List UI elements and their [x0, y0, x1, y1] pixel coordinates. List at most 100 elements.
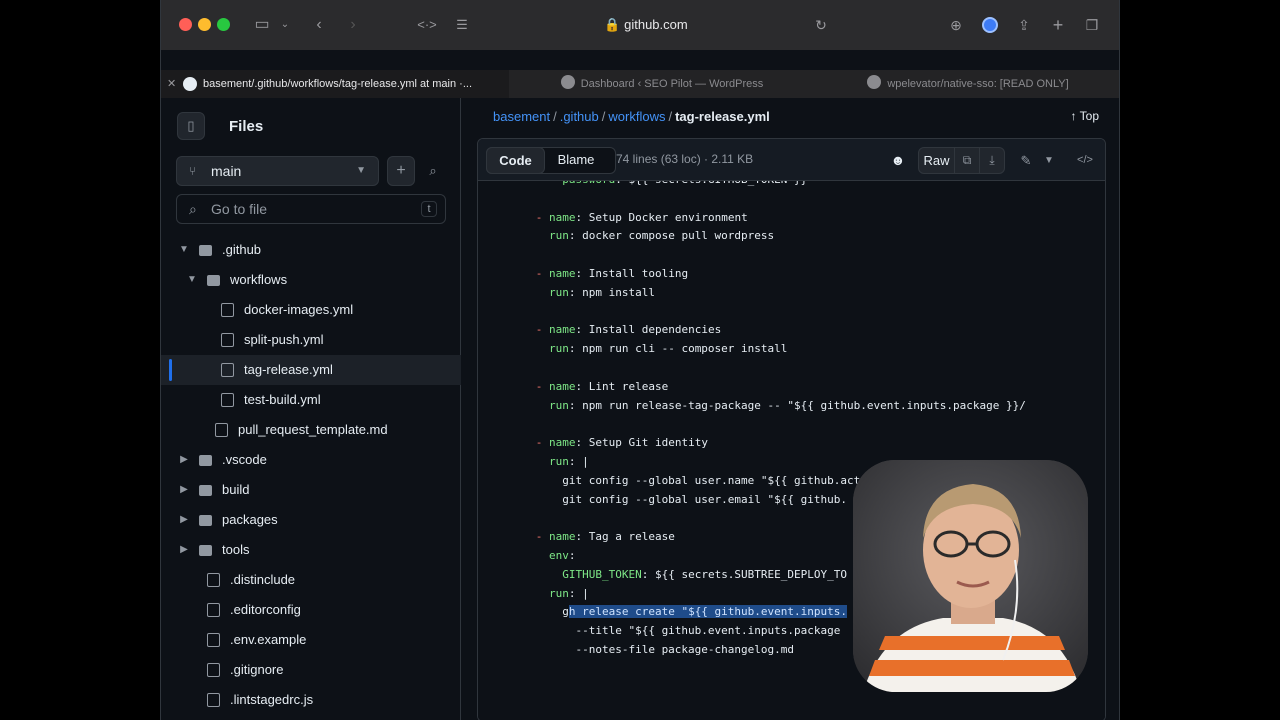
forward-button[interactable]: › — [343, 12, 363, 38]
tree-folder[interactable]: ▶ .vscode — [161, 445, 461, 475]
password-manager-icon[interactable] — [979, 12, 1001, 38]
chevron-right-icon[interactable]: ▶ — [177, 535, 191, 565]
breadcrumb-current-file: tag-release.yml — [675, 109, 770, 124]
top-label: Top — [1079, 109, 1099, 123]
reload-icon[interactable]: ↻ — [811, 12, 831, 38]
address-bar[interactable]: 🔒 github.com — [461, 12, 831, 38]
tree-file[interactable]: .lintstagedrc.js — [161, 685, 461, 715]
folder-icon — [199, 485, 212, 496]
download-raw-icon[interactable]: ⤓ — [980, 147, 1005, 174]
breadcrumb-workflows[interactable]: workflows — [608, 109, 665, 124]
new-tab-icon[interactable]: + — [1047, 12, 1069, 38]
breadcrumb-basement[interactable]: basement — [493, 109, 550, 124]
symbols-panel-icon[interactable]: </> — [1072, 147, 1098, 174]
code-line: - name: Setup Docker environment — [535, 210, 748, 224]
arrow-up-icon: ↑ — [1070, 109, 1080, 123]
download-icon[interactable]: ⊕ — [945, 12, 967, 38]
search-icon[interactable]: ⌕ — [419, 156, 447, 186]
branch-icon: ⑂ — [189, 164, 197, 178]
tree-item-label: docker-images.yml — [244, 302, 354, 317]
copilot-icon[interactable]: ☻ — [886, 147, 910, 174]
tree-folder[interactable]: ▼ .github — [161, 235, 461, 265]
breadcrumb-github[interactable]: .github — [560, 109, 599, 124]
zoom-window-button[interactable] — [217, 18, 230, 31]
file-icon — [207, 633, 220, 647]
chevron-down-icon[interactable]: ▼ — [185, 265, 199, 295]
tree-file[interactable]: split-push.yml — [161, 325, 461, 355]
tree-file[interactable]: test-build.yml — [161, 385, 461, 415]
folder-icon — [199, 545, 212, 556]
folder-icon — [199, 515, 212, 526]
edit-options-chevron-icon[interactable]: ▼ — [1040, 147, 1058, 174]
tree-file[interactable]: .gitignore — [161, 655, 461, 685]
wordpress-icon — [560, 75, 575, 89]
raw-button[interactable]: Raw — [918, 147, 955, 174]
code-tab[interactable]: Code — [486, 147, 545, 174]
keyboard-shortcut-hint: t — [421, 201, 437, 217]
tree-file[interactable]: .distinclude — [161, 565, 461, 595]
edit-pencil-icon[interactable]: ✎ — [1014, 147, 1038, 174]
tab-title: basement/.github/workflows/tag-release.y… — [203, 78, 473, 90]
url-text: github.com — [624, 17, 688, 32]
tree-item-label: .env.example — [230, 632, 307, 647]
code-line: - name: Install tooling — [535, 267, 689, 280]
chevron-right-icon[interactable]: ▶ — [177, 475, 191, 505]
branch-name: main — [211, 163, 242, 179]
close-window-button[interactable] — [179, 18, 192, 31]
tree-folder[interactable]: ▼ workflows — [161, 265, 461, 295]
chevron-down-icon: ▼ — [356, 165, 366, 176]
file-icon — [215, 423, 228, 437]
add-file-button[interactable]: + — [387, 156, 415, 186]
tree-item-label: split-push.yml — [244, 332, 324, 347]
code-line: run: docker compose pull wordpress — [548, 229, 775, 243]
blame-tab[interactable]: Blame — [546, 147, 606, 174]
chevron-down-icon[interactable]: ▼ — [177, 235, 191, 265]
code-line: - name: Install dependencies — [535, 323, 722, 337]
minimize-window-button[interactable] — [198, 18, 211, 31]
file-icon — [221, 363, 234, 377]
tree-file[interactable]: docker-images.yml — [161, 295, 461, 325]
tree-file[interactable]: .env.example — [161, 625, 461, 655]
tab-overview-icon[interactable]: ❐ — [1081, 12, 1103, 38]
tree-file[interactable]: pull_request_template.md — [161, 415, 461, 445]
branch-selector[interactable]: ⑂ main ▼ — [176, 156, 379, 186]
back-button[interactable]: ‹ — [309, 12, 329, 38]
sidebar-title: Files — [229, 118, 264, 135]
tab-title: Dashboard ‹ SEO Pilot — WordPress — [580, 78, 764, 90]
search-icon: ⌕ — [189, 201, 197, 217]
top-button[interactable]: ↑ Top — [1071, 109, 1099, 123]
tree-item-label: .gitignore — [230, 662, 284, 677]
close-tab-icon[interactable]: ✕ — [167, 70, 176, 98]
tree-item-label: .editorconfig — [230, 602, 301, 617]
tree-item-label: pull_request_template.md — [238, 422, 388, 437]
collapse-sidebar-icon[interactable]: ▯ — [177, 112, 205, 140]
tree-file[interactable]: tag-release.yml — [161, 355, 461, 385]
share-icon[interactable]: ⇪ — [1013, 12, 1035, 38]
code-view-icon[interactable]: <·> — [415, 12, 439, 38]
tree-item-label: tools — [222, 542, 250, 557]
file-header: Code Blame 74 lines (63 loc) · 2.11 KB ☻… — [478, 139, 1105, 181]
code-line: - name: Lint release — [535, 379, 669, 393]
sidebar-toggle-icon[interactable]: ▭ — [251, 12, 273, 38]
tree-item-label: .lintstagedrc.js — [230, 692, 314, 707]
chevron-right-icon[interactable]: ▶ — [177, 505, 191, 535]
tree-folder[interactable]: ▶ tools — [161, 535, 461, 565]
chevron-down-icon[interactable]: ⌄ — [277, 12, 293, 38]
tab-tag-release[interactable]: ✕ basement/.github/workflows/tag-release… — [161, 70, 509, 98]
tree-item-label: workflows — [230, 272, 288, 287]
tree-item-label: test-build.yml — [244, 392, 321, 407]
tab-native-sso[interactable]: wpelevator/native-sso: [READ ONLY] — [815, 70, 1119, 98]
tree-item-label: .github — [222, 242, 262, 257]
tree-file[interactable]: .editorconfig — [161, 595, 461, 625]
file-icon — [207, 693, 220, 707]
tab-wordpress-dashboard[interactable]: Dashboard ‹ SEO Pilot — WordPress — [509, 70, 815, 98]
tree-folder[interactable]: ▶ build — [161, 475, 461, 505]
copy-raw-icon[interactable]: ⧉ — [955, 147, 980, 174]
tree-folder[interactable]: ▶ packages — [161, 505, 461, 535]
chevron-right-icon[interactable]: ▶ — [177, 445, 191, 475]
tree-item-label: build — [222, 482, 250, 497]
go-to-file-input[interactable]: ⌕ Go to file t — [176, 194, 446, 224]
